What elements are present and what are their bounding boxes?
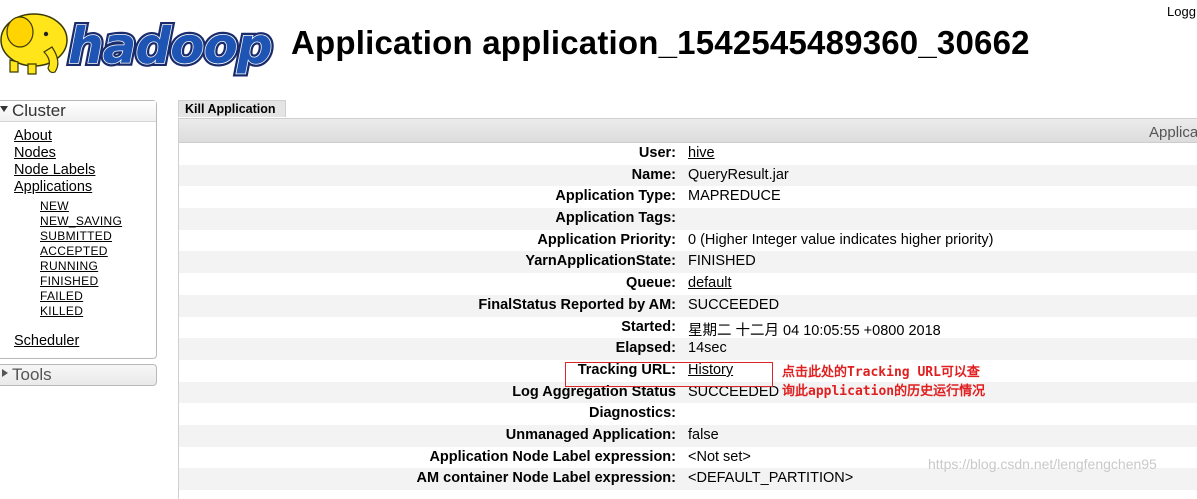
info-rows: User: hive Name: QueryResult.jar Application… xyxy=(179,143,1197,490)
nav-link-state-submitted[interactable]: SUBMITTED xyxy=(40,229,156,244)
table-header: Applica xyxy=(179,119,1197,143)
row-key: YarnApplicationState: xyxy=(525,253,676,270)
nav-link-state-finished[interactable]: FINISHED xyxy=(40,274,156,289)
nav-link-state-new[interactable]: NEW xyxy=(40,199,156,214)
row-key: Elapsed: xyxy=(615,340,676,357)
sidebar-nav: Cluster About Nodes Node Labels Applicat… xyxy=(0,100,157,386)
hadoop-logo[interactable]: hadoop hadoop hadoop xyxy=(0,2,285,78)
nav-link-scheduler[interactable]: Scheduler xyxy=(14,333,156,350)
tools-header[interactable]: Tools xyxy=(0,365,156,385)
row-value: FINISHED xyxy=(688,253,756,270)
table-row: FinalStatus Reported by AM: SUCCEEDED xyxy=(179,294,1197,317)
nav-link-node-labels[interactable]: Node Labels xyxy=(14,162,156,179)
row-key: Application Node Label expression: xyxy=(429,448,676,465)
row-value-link[interactable]: hive xyxy=(688,145,715,161)
table-row: Application Tags: xyxy=(179,208,1197,230)
table-row: Application Priority: 0 (Higher Integer v… xyxy=(179,230,1197,252)
table-row: YarnApplicationState: FINISHED xyxy=(179,251,1197,274)
table-row: Diagnostics: xyxy=(179,403,1197,425)
row-key: FinalStatus Reported by AM: xyxy=(478,296,676,313)
logged-in-label: Logg xyxy=(1167,4,1196,19)
nav-link-nodes[interactable]: Nodes xyxy=(14,145,156,162)
nav-link-state-killed[interactable]: KILLED xyxy=(40,304,156,319)
row-key: Application Priority: xyxy=(537,231,676,248)
row-value: <DEFAULT_PARTITION> xyxy=(688,470,854,487)
nav-link-state-new-saving[interactable]: NEW_SAVING xyxy=(40,214,156,229)
row-key: Queue: xyxy=(626,275,676,292)
cluster-header-label: Cluster xyxy=(12,101,66,120)
elephant-icon xyxy=(0,13,68,75)
cluster-section: Cluster About Nodes Node Labels Applicat… xyxy=(0,100,157,359)
tracking-url-highlight-box xyxy=(565,362,773,387)
table-row: Application Type: MAPREDUCE xyxy=(179,186,1197,208)
annotation-note: 点击此处的Tracking URL可以查 询此application的历史运行情… xyxy=(782,363,1042,401)
nav-link-about[interactable]: About xyxy=(14,128,156,145)
row-key: Started: xyxy=(621,318,676,335)
row-value-link[interactable]: default xyxy=(688,275,732,291)
expand-triangle-icon xyxy=(2,369,8,377)
row-key: Application Type: xyxy=(555,188,676,205)
row-value: SUCCEEDED xyxy=(688,296,780,313)
annotation-line-2: 询此application的历史运行情况 xyxy=(782,384,986,399)
nav-link-state-running[interactable]: RUNNING xyxy=(40,259,156,274)
svg-text:hadoop: hadoop xyxy=(68,17,272,75)
kill-application-tab[interactable]: Kill Application xyxy=(178,100,286,117)
row-value: false xyxy=(688,426,719,443)
cluster-header[interactable]: Cluster xyxy=(0,101,156,122)
row-value: 14sec xyxy=(688,340,727,357)
nav-link-state-accepted[interactable]: ACCEPTED xyxy=(40,244,156,259)
row-value: QueryResult.jar xyxy=(688,166,789,183)
row-value: <Not set> xyxy=(688,448,751,465)
table-row: User: hive xyxy=(179,143,1197,165)
table-header-label: Applica xyxy=(1149,124,1197,141)
nav-link-applications[interactable]: Applications xyxy=(14,179,156,196)
nav-link-state-failed[interactable]: FAILED xyxy=(40,289,156,304)
table-row: Unmanaged Application: false xyxy=(179,424,1197,447)
watermark: https://blog.csdn.net/lengfengchen95 xyxy=(928,456,1157,472)
hadoop-wordmark: hadoop hadoop hadoop xyxy=(65,14,276,78)
row-value: 0 (Higher Integer value indicates higher… xyxy=(688,231,994,248)
annotation-line-1: 点击此处的Tracking URL可以查 xyxy=(782,365,980,380)
table-row: Started: 星期二 十二月 04 10:05:55 +0800 2018 xyxy=(179,317,1197,339)
collapse-triangle-icon xyxy=(0,106,8,112)
tools-section: Tools xyxy=(0,364,157,386)
row-key: Name: xyxy=(631,166,676,183)
row-key: Unmanaged Application: xyxy=(505,426,676,443)
app-state-list: NEW NEW_SAVING SUBMITTED ACCEPTED RUNNIN… xyxy=(14,199,156,319)
table-row: Queue: default xyxy=(179,273,1197,295)
row-value: MAPREDUCE xyxy=(688,188,781,205)
row-value: 星期二 十二月 04 10:05:55 +0800 2018 xyxy=(688,322,941,339)
table-row: Elapsed: 14sec xyxy=(179,338,1197,360)
table-row: Name: QueryResult.jar xyxy=(179,164,1197,187)
row-key: AM container Node Label expression: xyxy=(416,470,676,487)
application-overview-table: Applica User: hive Name: QueryResult.jar App… xyxy=(178,118,1197,499)
row-key: Diagnostics: xyxy=(588,405,676,422)
page-title: Application application_1542545489360_30… xyxy=(291,24,1030,61)
tools-header-label: Tools xyxy=(12,365,52,384)
row-key: Application Tags: xyxy=(555,210,676,227)
row-key: User: xyxy=(638,145,676,161)
